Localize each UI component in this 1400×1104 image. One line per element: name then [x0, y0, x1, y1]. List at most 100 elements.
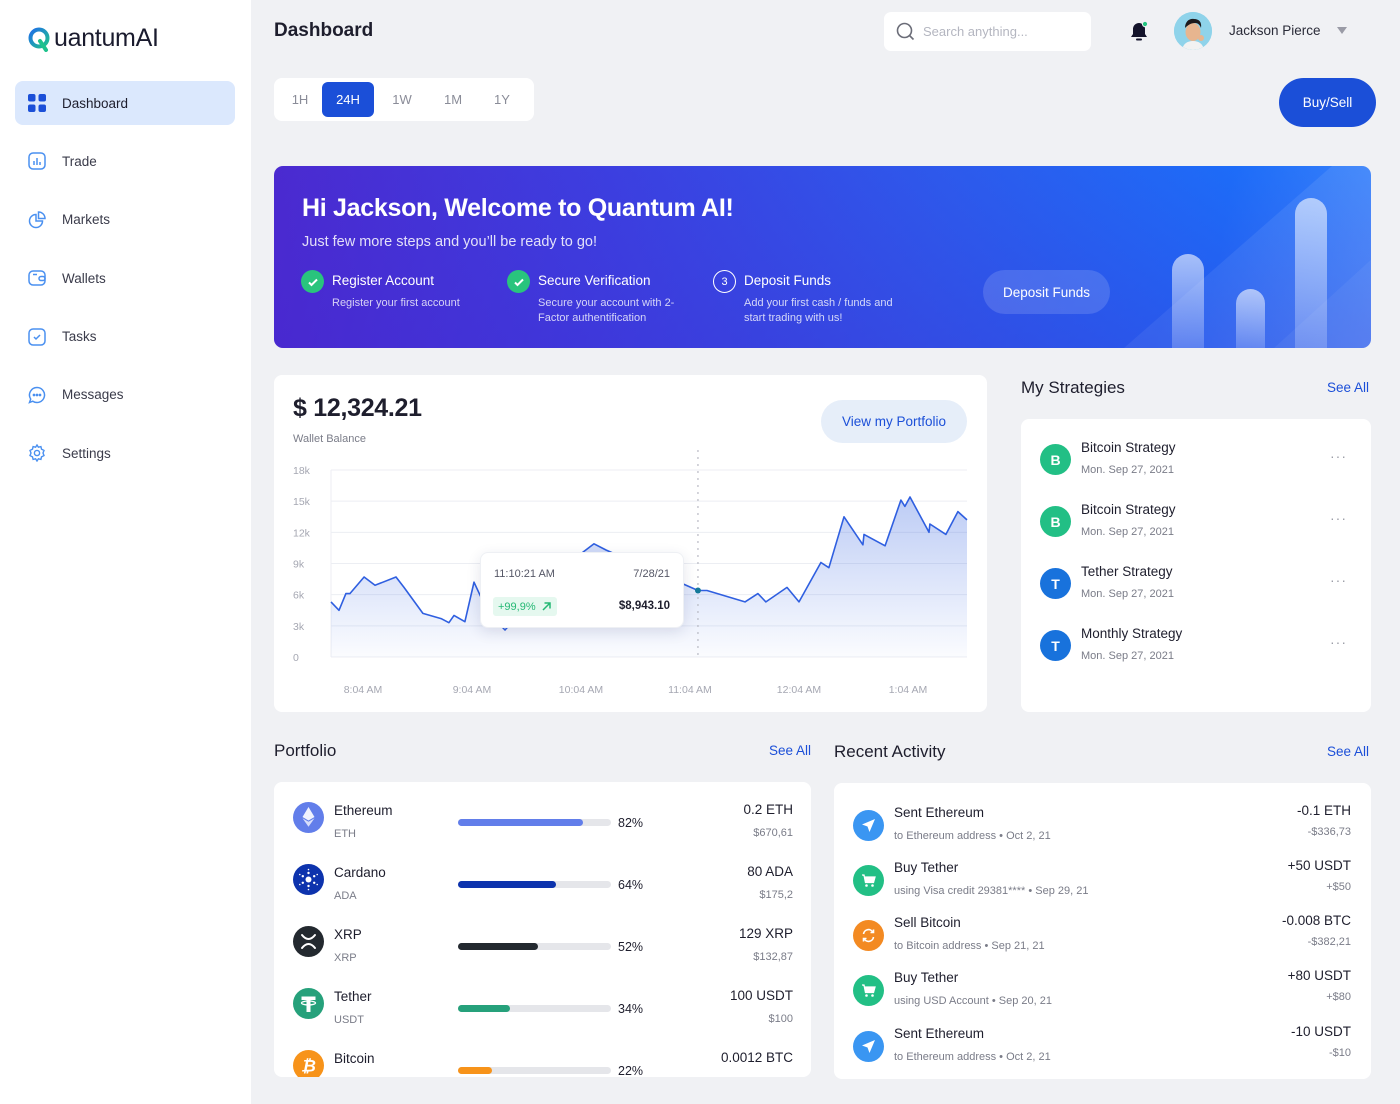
cardano-icon — [293, 864, 324, 895]
allocation-percent: 52% — [618, 940, 644, 954]
sidebar-item-messages[interactable]: Messages — [15, 373, 235, 417]
timeframe-1m[interactable]: 1M — [430, 82, 476, 117]
step-title: Register Account — [332, 273, 435, 288]
sidebar-item-label: Messages — [62, 387, 124, 403]
activity-desc: to Bitcoin address • Sep 21, 21 — [894, 940, 1045, 952]
portfolio-row[interactable]: Ethereum ETH 82% 0.2 ETH $670,61 — [293, 802, 793, 854]
search-input[interactable] — [923, 24, 1083, 39]
step-title: Deposit Funds — [744, 273, 832, 288]
activity-usd: -$336,73 — [1307, 826, 1351, 838]
more-options-icon[interactable]: ··· — [1330, 510, 1347, 526]
coin-symbol: ADA — [334, 890, 357, 902]
activity-title: Buy Tether — [894, 970, 959, 985]
timeframe-1w[interactable]: 1W — [374, 82, 430, 117]
activity-row[interactable]: Sell Bitcoin to Bitcoin address • Sep 21… — [853, 913, 1351, 963]
strategy-date: Mon. Sep 27, 2021 — [1081, 464, 1174, 476]
timeframe-selector: 1H 24H 1W 1M 1Y — [274, 78, 534, 121]
strategies-title: My Strategies — [1021, 378, 1125, 397]
coin-amount: 100 USDT — [729, 988, 793, 1003]
more-options-icon[interactable]: ··· — [1330, 448, 1347, 464]
xrp-icon — [293, 926, 324, 957]
bitcoin-icon: ₿ — [293, 1050, 324, 1077]
strategy-item[interactable]: B Bitcoin Strategy Mon. Sep 27, 2021 ··· — [1040, 500, 1360, 550]
strategy-avatar: T — [1040, 568, 1071, 599]
strategy-item[interactable]: B Bitcoin Strategy Mon. Sep 27, 2021 ··· — [1040, 438, 1360, 488]
allocation-bar — [458, 819, 611, 826]
buy-sell-button[interactable]: Buy/Sell — [1279, 78, 1376, 127]
strategies-see-all-link[interactable]: See All — [1327, 380, 1369, 395]
x-tick-label: 1:04 AM — [889, 684, 928, 696]
caret-down-icon[interactable] — [1337, 27, 1347, 34]
portfolio-row[interactable]: Cardano ADA 64% 80 ADA $175,2 — [293, 864, 793, 916]
activity-amount: +50 USDT — [1287, 858, 1351, 873]
sidebar-item-trade[interactable]: Trade — [15, 139, 235, 183]
deposit-funds-button[interactable]: Deposit Funds — [983, 270, 1110, 314]
y-tick-label: 15k — [293, 496, 311, 508]
allocation-bar — [458, 1005, 611, 1012]
coin-name: Tether — [334, 989, 372, 1004]
sidebar-item-tasks[interactable]: Tasks — [15, 315, 235, 359]
tooltip-change-badge: +99,9% — [493, 597, 557, 616]
strategy-name: Bitcoin Strategy — [1081, 502, 1176, 517]
x-tick-label: 11:04 AM — [668, 684, 712, 696]
activity-usd: +$80 — [1326, 991, 1351, 1003]
more-options-icon[interactable]: ··· — [1330, 572, 1347, 588]
sidebar-item-wallets[interactable]: Wallets — [15, 256, 235, 300]
allocation-bar-fill — [458, 1067, 492, 1074]
portfolio-see-all-link[interactable]: See All — [769, 743, 811, 758]
recent-activity-card: Sent Ethereum to Ethereum address • Oct … — [834, 783, 1371, 1079]
strategy-item[interactable]: T Tether Strategy Mon. Sep 27, 2021 ··· — [1040, 562, 1360, 612]
sidebar-item-label: Settings — [62, 445, 111, 461]
activity-row[interactable]: Sent Ethereum to Ethereum address • Oct … — [853, 1024, 1351, 1074]
brand-logo[interactable]: uantumAI — [27, 24, 159, 53]
avatar[interactable] — [1174, 12, 1212, 50]
y-tick-label: 0 — [293, 652, 299, 664]
gear-icon — [28, 444, 46, 463]
step-desc: Add your first cash / funds and start tr… — [744, 297, 893, 324]
sidebar-item-dashboard[interactable]: Dashboard — [15, 81, 235, 125]
activity-see-all-link[interactable]: See All — [1327, 744, 1369, 759]
coin-name: Bitcoin — [334, 1051, 375, 1066]
user-name[interactable]: Jackson Pierce — [1229, 23, 1321, 38]
activity-usd: -$382,21 — [1307, 936, 1351, 948]
allocation-bar-fill — [458, 943, 538, 950]
portfolio-row[interactable]: Tether USDT 34% 100 USDT $100 — [293, 988, 793, 1040]
y-tick-label: 12k — [293, 527, 311, 539]
timeframe-1y[interactable]: 1Y — [476, 82, 528, 117]
strategy-date: Mon. Sep 27, 2021 — [1081, 650, 1174, 662]
x-tick-label: 9:04 AM — [453, 684, 492, 696]
bell-icon — [1131, 20, 1149, 41]
pie-chart-icon — [28, 211, 46, 229]
allocation-bar — [458, 1067, 611, 1074]
timeframe-1h[interactable]: 1H — [278, 82, 322, 117]
step-desc: Secure your account with 2-Factor authen… — [538, 297, 675, 324]
recent-activity-title: Recent Activity — [834, 742, 946, 761]
more-options-icon[interactable]: ··· — [1330, 634, 1347, 650]
activity-row[interactable]: Buy Tether using USD Account • Sep 20, 2… — [853, 968, 1351, 1018]
activity-title: Sent Ethereum — [894, 1026, 985, 1041]
portfolio-row[interactable]: XRP XRP 52% 129 XRP $132,87 — [293, 926, 793, 978]
activity-row[interactable]: Sent Ethereum to Ethereum address • Oct … — [853, 803, 1351, 853]
coin-amount: 129 XRP — [738, 926, 793, 941]
activity-desc: using USD Account • Sep 20, 21 — [894, 995, 1052, 1007]
notification-button[interactable] — [1128, 20, 1150, 42]
banner-title: Hi Jackson, Welcome to Quantum AI! — [302, 194, 734, 222]
step-title: Secure Verification — [538, 273, 651, 288]
sidebar-item-settings[interactable]: Settings — [15, 431, 235, 475]
activity-row[interactable]: Buy Tether using Visa credit 29381**** •… — [853, 858, 1351, 908]
coin-symbol: XRP — [334, 952, 357, 964]
strategy-item[interactable]: T Monthly Strategy Mon. Sep 27, 2021 ··· — [1040, 624, 1360, 674]
banner-bar-decoration — [1172, 254, 1204, 348]
wallet-balance-chart[interactable]: 0 3k 6k 9k 12k 15k 18k 8:04 AM 9:04 AM 10:04 AM 11… — [274, 375, 987, 712]
allocation-percent: 82% — [618, 816, 644, 830]
timeframe-24h[interactable]: 24H — [322, 82, 374, 117]
step-register-account: Register Account Register your first acc… — [301, 270, 502, 311]
banner-bar-decoration — [1295, 198, 1327, 348]
sidebar-item-markets[interactable]: Markets — [15, 198, 235, 242]
portfolio-row[interactable]: ₿ Bitcoin 22% 0.0012 BTC — [293, 1050, 793, 1077]
search-box[interactable] — [884, 12, 1091, 51]
page-title: Dashboard — [274, 20, 374, 41]
sidebar-item-label: Dashboard — [62, 95, 129, 111]
y-tick-label: 3k — [293, 621, 305, 633]
activity-amount: -0.1 ETH — [1296, 803, 1351, 818]
